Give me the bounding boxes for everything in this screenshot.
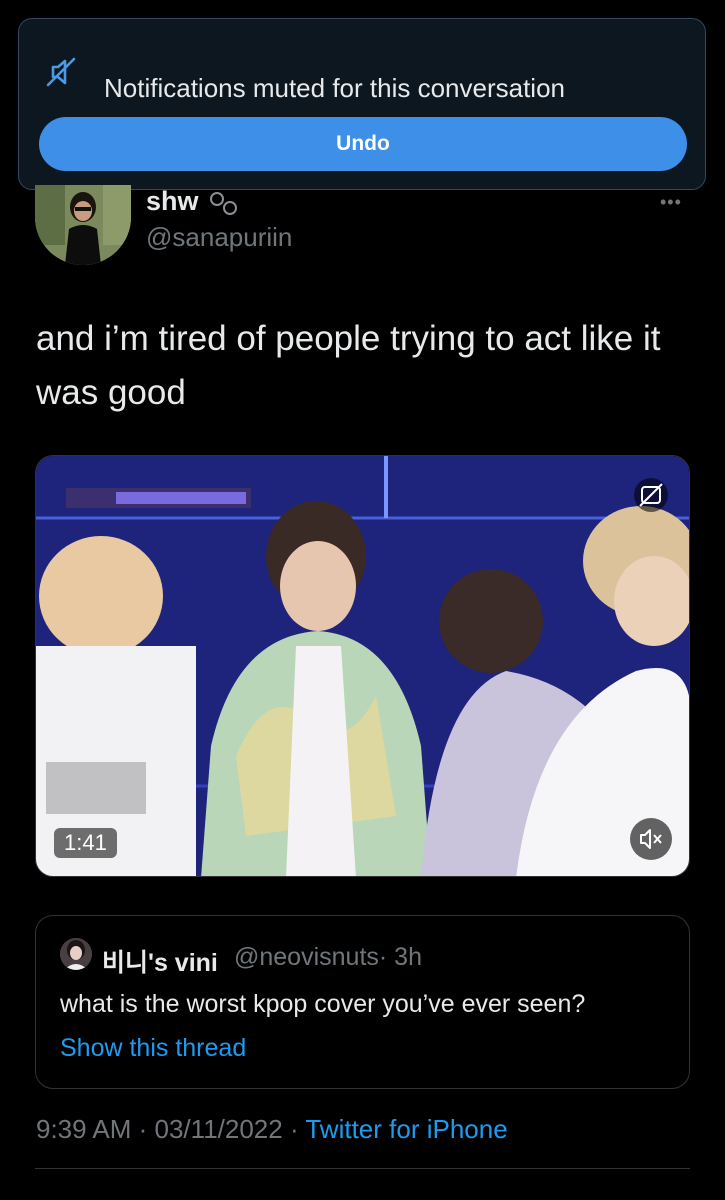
video-player[interactable]: 1:41: [35, 455, 690, 877]
quoted-display-name: 비니's vini: [102, 949, 218, 977]
mute-notification-toast: Notifications muted for this conversatio…: [18, 18, 706, 190]
bubbles-icon: [210, 191, 238, 215]
closed-captions-icon[interactable]: [634, 478, 668, 512]
quoted-text: what is the worst kpop cover you’ve ever…: [60, 990, 586, 1018]
ellipsis-icon[interactable]: •••: [660, 192, 682, 213]
show-thread-link[interactable]: Show this thread: [60, 1034, 246, 1063]
quoted-tweet[interactable]: 비니's vini @neovisnuts· 3h what is the wo…: [35, 915, 690, 1089]
speaker-muted-icon[interactable]: [630, 818, 672, 860]
meta-separator: ·: [131, 1114, 155, 1144]
tweet-source-link[interactable]: Twitter for iPhone: [305, 1114, 507, 1144]
toast-message: Notifications muted for this conversatio…: [104, 73, 565, 103]
video-frame: [36, 456, 689, 876]
video-duration: 1:41: [54, 828, 117, 858]
divider: [35, 1168, 690, 1169]
display-name[interactable]: shw: [146, 186, 242, 217]
undo-button[interactable]: Undo: [39, 117, 687, 171]
tweet-date: 03/11/2022: [154, 1114, 283, 1144]
tweet-time: 9:39 AM: [36, 1114, 132, 1144]
muted-bell-icon: [43, 55, 79, 91]
user-handle[interactable]: @sanapuriin: [146, 222, 292, 253]
avatar[interactable]: [35, 185, 131, 265]
quoted-avatar: [60, 938, 92, 970]
tweet-meta: 9:39 AM · 03/11/2022 · Twitter for iPhon…: [36, 1114, 508, 1145]
meta-separator: ·: [282, 1114, 306, 1144]
tweet-text: and i’m tired of people trying to act li…: [36, 319, 661, 412]
quoted-handle-time: @neovisnuts· 3h: [234, 943, 422, 971]
